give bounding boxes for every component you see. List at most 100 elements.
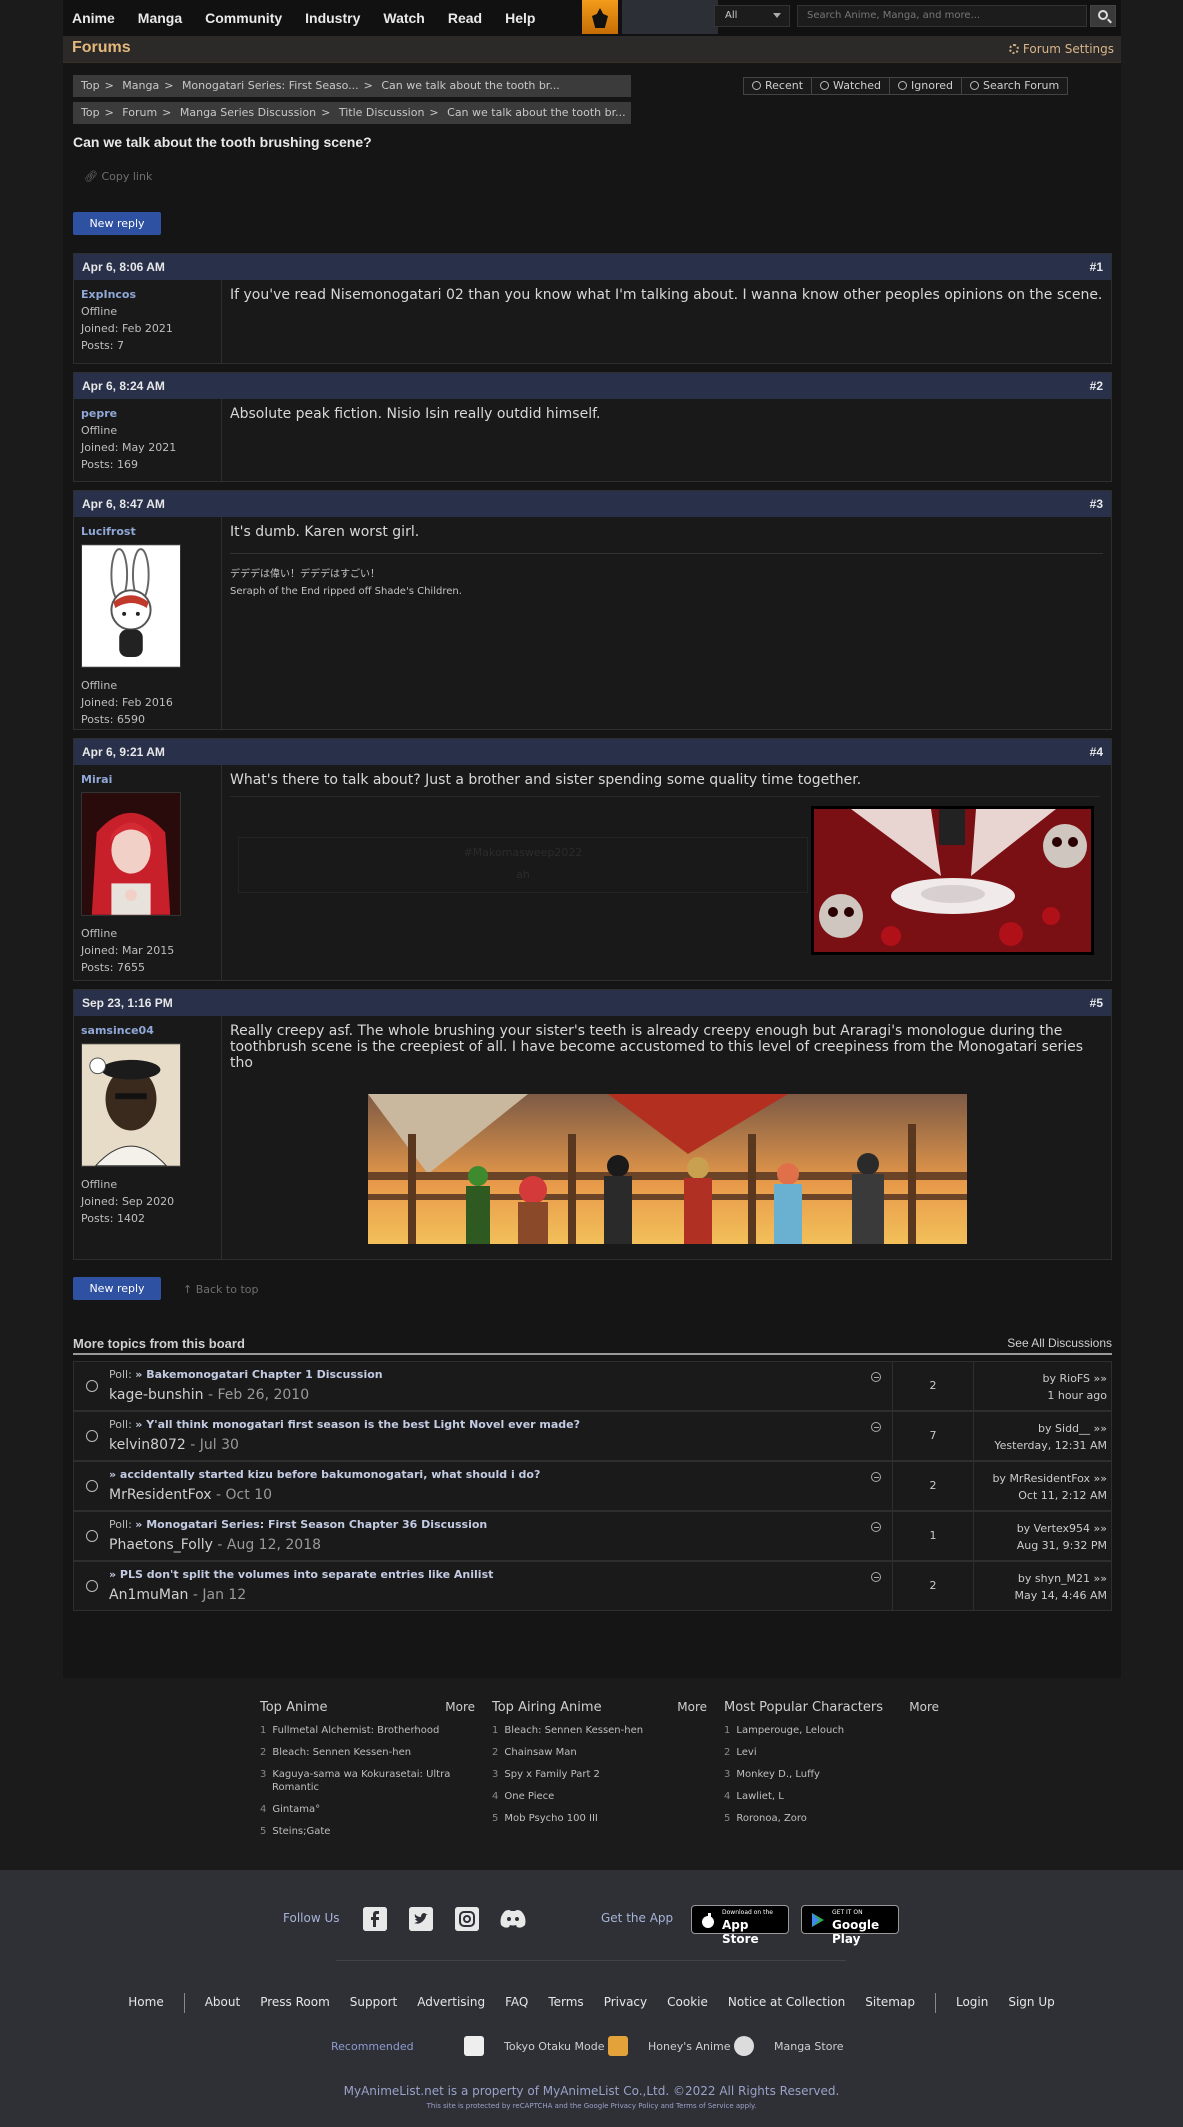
footer-link-about[interactable]: About bbox=[205, 1995, 240, 2013]
breadcrumb-item[interactable]: Manga Series Discussion bbox=[180, 106, 316, 119]
topic-title-link[interactable]: » PLS don't split the volumes into separ… bbox=[109, 1568, 493, 1581]
ignored-button[interactable]: Ignored bbox=[889, 77, 962, 95]
topic-row[interactable]: Poll: » Bakemonogatari Chapter 1 Discuss… bbox=[73, 1361, 1112, 1411]
minus-circle-icon[interactable] bbox=[871, 1422, 881, 1432]
last-post-by[interactable]: by RioFS »» bbox=[1043, 1370, 1108, 1387]
breadcrumb-item[interactable]: Manga bbox=[122, 79, 159, 92]
footer-list-item[interactable]: 2 Bleach: Sennen Kessen-hen bbox=[260, 1746, 475, 1759]
post-number[interactable]: #2 bbox=[1090, 379, 1103, 393]
footer-list-item[interactable]: 5 Roronoa, Zoro bbox=[724, 1812, 939, 1825]
footer-list-item[interactable]: 3 Monkey D., Luffy bbox=[724, 1768, 939, 1781]
search-forum-button[interactable]: Search Forum bbox=[961, 77, 1069, 95]
topic-row[interactable]: Poll: » Monogatari Series: First Season … bbox=[73, 1511, 1112, 1561]
halloween-logo-icon[interactable] bbox=[582, 0, 618, 34]
footer-list-item[interactable]: 2 Levi bbox=[724, 1746, 939, 1759]
username-link[interactable]: Mirai bbox=[81, 771, 214, 788]
breadcrumb-item[interactable]: Top bbox=[81, 106, 100, 119]
minus-circle-icon[interactable] bbox=[871, 1572, 881, 1582]
nav-community[interactable]: Community bbox=[205, 0, 282, 36]
copy-link-button[interactable]: 🔗︎ Copy link bbox=[84, 170, 152, 183]
avatar[interactable] bbox=[81, 1043, 181, 1167]
footer-link-support[interactable]: Support bbox=[350, 1995, 397, 2013]
footer-list-item[interactable]: 1 Fullmetal Alchemist: Brotherhood bbox=[260, 1724, 475, 1737]
last-post-by[interactable]: by Sidd__ »» bbox=[994, 1420, 1107, 1437]
nav-industry[interactable]: Industry bbox=[305, 0, 360, 36]
footer-list-item[interactable]: 2 Chainsaw Man bbox=[492, 1746, 707, 1759]
footer-link-login[interactable]: Login bbox=[956, 1995, 988, 2013]
footer-link-privacy[interactable]: Privacy bbox=[604, 1995, 647, 2013]
avatar[interactable] bbox=[81, 544, 181, 668]
manga-store-icon[interactable] bbox=[734, 2036, 754, 2056]
topic-author[interactable]: An1muMan bbox=[109, 1587, 188, 1603]
footer-list-item[interactable]: 3 Kaguya-sama wa Kokurasetai: Ultra Roman… bbox=[260, 1768, 475, 1794]
more-link[interactable]: More bbox=[445, 1700, 475, 1715]
username-link[interactable]: Lucifrost bbox=[81, 523, 214, 540]
app-store-button[interactable]: Download on the App Store bbox=[691, 1905, 789, 1946]
footer-link-advertising[interactable]: Advertising bbox=[417, 1995, 485, 2013]
footer-link-terms[interactable]: Terms bbox=[548, 1995, 583, 2013]
breadcrumb-item[interactable]: Forum bbox=[122, 106, 157, 119]
topic-title-link[interactable]: » accidentally started kizu before bakum… bbox=[109, 1468, 540, 1481]
back-to-top-link[interactable]: ↑ Back to top bbox=[183, 1283, 259, 1296]
topic-author[interactable]: kage-bunshin bbox=[109, 1387, 204, 1403]
minus-circle-icon[interactable] bbox=[871, 1372, 881, 1382]
post-number[interactable]: #4 bbox=[1090, 745, 1103, 759]
topic-title-link[interactable]: » Y'all think monogatari first season is… bbox=[135, 1418, 580, 1431]
footer-list-item[interactable]: 4 One Piece bbox=[492, 1790, 707, 1803]
username-link[interactable]: samsince04 bbox=[81, 1022, 214, 1039]
footer-col-title[interactable]: Most Popular Characters bbox=[724, 1700, 883, 1715]
topic-author[interactable]: kelvin8072 bbox=[109, 1437, 186, 1453]
post-number[interactable]: #3 bbox=[1090, 497, 1103, 511]
forum-title[interactable]: Forums bbox=[72, 39, 131, 57]
see-all-discussions-link[interactable]: See All Discussions bbox=[1007, 1336, 1112, 1351]
post-number[interactable]: #5 bbox=[1090, 996, 1103, 1010]
footer-list-item[interactable]: 1 Lamperouge, Lelouch bbox=[724, 1724, 939, 1737]
last-post-by[interactable]: by shyn_M21 »» bbox=[1015, 1570, 1107, 1587]
breadcrumb-item[interactable]: Can we talk about the tooth br... bbox=[447, 106, 625, 119]
breadcrumb-item[interactable]: Can we talk about the tooth br... bbox=[381, 79, 559, 92]
watched-button[interactable]: Watched bbox=[811, 77, 891, 95]
footer-list-item[interactable]: 5 Mob Psycho 100 III bbox=[492, 1812, 707, 1825]
tokyo-otaku-mode-icon[interactable] bbox=[464, 2036, 484, 2056]
footer-list-item[interactable]: 5 Steins;Gate bbox=[260, 1825, 475, 1838]
footer-list-item[interactable]: 1 Bleach: Sennen Kessen-hen bbox=[492, 1724, 707, 1737]
instagram-icon[interactable] bbox=[455, 1907, 479, 1931]
breadcrumb-item[interactable]: Monogatari Series: First Seaso... bbox=[182, 79, 359, 92]
footer-col-title[interactable]: Top Airing Anime bbox=[492, 1700, 602, 1715]
forum-settings-link[interactable]: Forum Settings bbox=[1008, 42, 1114, 56]
nav-read[interactable]: Read bbox=[448, 0, 482, 36]
search-button[interactable] bbox=[1090, 5, 1116, 27]
footer-link-home[interactable]: Home bbox=[128, 1995, 163, 2013]
rec-link-tom[interactable]: Tokyo Otaku Mode bbox=[504, 2040, 604, 2053]
breadcrumb-item[interactable]: Top bbox=[81, 79, 100, 92]
minus-circle-icon[interactable] bbox=[871, 1522, 881, 1532]
footer-link-signup[interactable]: Sign Up bbox=[1008, 1995, 1054, 2013]
footer-list-item[interactable]: 4 Lawliet, L bbox=[724, 1790, 939, 1803]
nav-watch[interactable]: Watch bbox=[383, 0, 424, 36]
avatar[interactable] bbox=[81, 792, 181, 916]
topic-author[interactable]: MrResidentFox bbox=[109, 1487, 212, 1503]
google-play-button[interactable]: GET IT ON Google Play bbox=[801, 1905, 899, 1946]
footer-list-item[interactable]: 3 Spy x Family Part 2 bbox=[492, 1768, 707, 1781]
discord-icon[interactable] bbox=[497, 1907, 529, 1931]
nav-help[interactable]: Help bbox=[505, 0, 535, 36]
footer-link-faq[interactable]: FAQ bbox=[505, 1995, 528, 2013]
search-category-select[interactable]: All bbox=[714, 5, 790, 27]
new-reply-button[interactable]: New reply bbox=[73, 212, 161, 235]
twitter-icon[interactable] bbox=[409, 1907, 433, 1931]
new-reply-button-bottom[interactable]: New reply bbox=[73, 1277, 161, 1300]
nav-anime[interactable]: Anime bbox=[72, 0, 115, 36]
last-post-by[interactable]: by Vertex954 »» bbox=[1017, 1520, 1107, 1537]
footer-link-notice[interactable]: Notice at Collection bbox=[728, 1995, 845, 2013]
topic-row[interactable]: » PLS don't split the volumes into separ… bbox=[73, 1561, 1112, 1611]
more-link[interactable]: More bbox=[909, 1700, 939, 1715]
username-link[interactable]: pepre bbox=[81, 405, 214, 422]
last-post-by[interactable]: by MrResidentFox »» bbox=[992, 1470, 1107, 1487]
rec-link-honeys[interactable]: Honey's Anime bbox=[648, 2040, 731, 2053]
facebook-icon[interactable] bbox=[363, 1907, 387, 1931]
topic-row[interactable]: » accidentally started kizu before bakum… bbox=[73, 1461, 1112, 1511]
more-link[interactable]: More bbox=[677, 1700, 707, 1715]
topic-title-link[interactable]: » Monogatari Series: First Season Chapte… bbox=[135, 1518, 487, 1531]
footer-link-cookie[interactable]: Cookie bbox=[667, 1995, 708, 2013]
topic-author[interactable]: Phaetons_Folly bbox=[109, 1537, 213, 1553]
